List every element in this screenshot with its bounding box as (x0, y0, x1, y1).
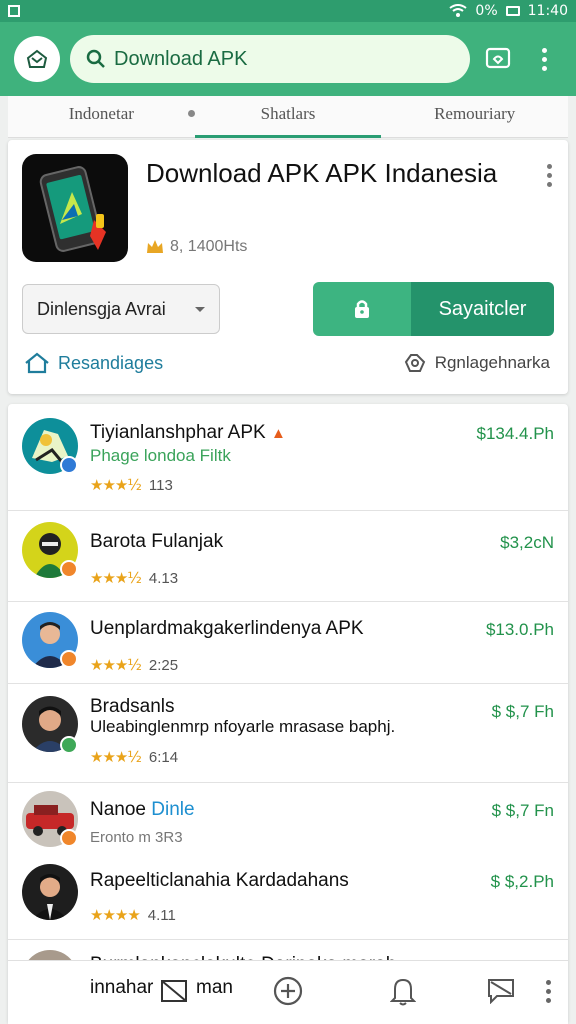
add-icon (273, 976, 303, 1006)
app-bar (0, 22, 576, 96)
settings-link-label: Rgnlagehnarka (434, 353, 550, 372)
star-icon: ★★★½ (90, 748, 142, 766)
app-more-button[interactable] (547, 164, 552, 187)
item-price: $134.4.Ph (476, 424, 554, 443)
message-icon (488, 979, 514, 1004)
tab-shatlars[interactable]: Shatlars (194, 96, 382, 138)
status-bar: 0% 11:40 (0, 0, 576, 22)
search-input[interactable] (114, 47, 414, 71)
list-item[interactable]: Uenplardmakgakerlindenya APK ★★★½ 2:25 $… (8, 602, 568, 684)
version-select-label: Dinlensgja Avrai (37, 298, 166, 319)
more-icon (541, 47, 547, 71)
app-card: Download APK APK Indanesia 8, 1400Hts Di… (8, 140, 568, 394)
item-sub: Uleabinglenmrp nfoyarle mrasase baphj. (90, 717, 396, 736)
add-button[interactable] (270, 973, 306, 1009)
verified-badge (60, 456, 78, 474)
home-button[interactable] (14, 36, 60, 82)
wifi-icon (449, 4, 468, 17)
app-title: Download APK APK Indanesia (146, 158, 498, 188)
settings-icon (404, 354, 425, 372)
download-label: Sayaitcler (411, 282, 554, 336)
item-sub: innahar (90, 977, 154, 998)
app-icon[interactable] (22, 154, 128, 262)
phone-icon (39, 166, 106, 252)
star-icon: ★★★½ (90, 476, 142, 494)
item-name: Nanoe Dinle (90, 799, 195, 820)
item-name: Bradsanls (90, 696, 175, 717)
tab-dot (188, 110, 195, 117)
item-rating: ★★★½ 2:25 (90, 656, 179, 674)
crown-icon (147, 240, 163, 253)
item-price: $13.0.Ph (485, 620, 554, 639)
download-button[interactable]: Sayaitcler (313, 282, 554, 336)
signal-text: 0% (475, 3, 498, 19)
bottom-nav: innahar man (8, 960, 568, 1024)
item-price: $ $,7 Fn (491, 801, 554, 820)
share-icon (25, 352, 49, 374)
tab-remouriary[interactable]: Remouriary (381, 96, 568, 138)
star-icon: ★★★½ (90, 569, 142, 587)
item-price: $3,2cN (500, 533, 554, 552)
tab-bar: Indonetar Shatlars Remouriary (8, 96, 568, 138)
more-icon (547, 164, 552, 187)
flame-icon: ▲ (270, 425, 286, 442)
app-list: Tiyianlanshphar APK ▲ Phage londoa Filtk… (8, 404, 568, 1024)
app-meta: 8, 1400Hts (146, 238, 247, 256)
list-item[interactable]: Nanoe Dinle Eronto m 3R3 $ $,7 Fn (8, 783, 568, 856)
item-sub: Phage londoa Filtk (90, 446, 231, 465)
list-item[interactable]: Barota Fulanjak ★★★½ 4.13 $3,2cN (8, 511, 568, 602)
avatar (22, 864, 78, 920)
search-icon (86, 49, 105, 68)
search-bar[interactable] (70, 35, 470, 83)
star-icon: ★★★½ (90, 656, 142, 674)
verified-badge (60, 829, 78, 847)
item-name: Barota Fulanjak (90, 531, 224, 552)
verified-badge (60, 650, 78, 668)
share-link[interactable]: Resandiages (24, 352, 163, 374)
app-meta-text: 8, 1400Hts (170, 238, 248, 255)
item-name: Rapeelticlanahia Kardadahans (90, 870, 349, 891)
share-link-label: Resandiages (58, 352, 164, 373)
nav-more-button[interactable] (536, 973, 560, 1009)
cast-button[interactable] (480, 41, 516, 77)
item-rating: ★★★½ 6:14 (90, 748, 179, 766)
more-button[interactable] (526, 41, 562, 77)
list-item[interactable]: Tiyianlanshphar APK ▲ Phage londoa Filtk… (8, 404, 568, 511)
list-item[interactable]: Rapeelticlanahia Kardadahans ★★★★ 4.11 $… (8, 856, 568, 940)
item-price: $ $,7 Fh (491, 702, 554, 721)
chevron-down-icon (195, 306, 205, 312)
version-select[interactable]: Dinlensgja Avrai (22, 284, 220, 334)
home-icon (26, 49, 48, 68)
verified-badge (60, 736, 78, 754)
notification-icon (8, 5, 20, 17)
list-item[interactable]: Bradsanls Uleabinglenmrp nfoyarle mrasas… (8, 684, 568, 783)
item-rating: ★★★½ 4.13 (90, 569, 179, 587)
status-left (8, 5, 20, 17)
item-tag: Dinle (151, 799, 195, 820)
item-sub: Eronto m 3R3 (90, 829, 183, 846)
item-rating: ★★★½ 113 (90, 476, 173, 494)
item-price: $ $,2.Ph (490, 872, 554, 891)
gallery-button[interactable] (158, 975, 190, 1007)
cast-icon (485, 47, 511, 69)
image-icon (161, 980, 187, 1002)
messages-button[interactable] (484, 973, 518, 1009)
item-rating: ★★★★ 4.11 (90, 906, 176, 924)
download-lock (313, 282, 411, 336)
tab-indonetar[interactable]: Indonetar (8, 96, 195, 138)
more-icon (545, 979, 551, 1003)
verified-badge (60, 560, 78, 578)
star-icon: ★★★★ (90, 906, 141, 924)
notifications-button[interactable] (386, 973, 420, 1009)
bell-icon (390, 978, 416, 1006)
lock-icon (355, 300, 369, 318)
battery-icon (505, 6, 520, 16)
status-right: 0% 11:40 (449, 3, 568, 19)
item-sub-tail: man (196, 977, 233, 998)
clock: 11:40 (527, 3, 568, 19)
settings-link[interactable]: Rgnlagehnarka (403, 352, 550, 374)
item-name: Tiyianlanshphar APK ▲ (90, 422, 286, 443)
item-name: Uenplardmakgakerlindenya APK (90, 618, 364, 639)
